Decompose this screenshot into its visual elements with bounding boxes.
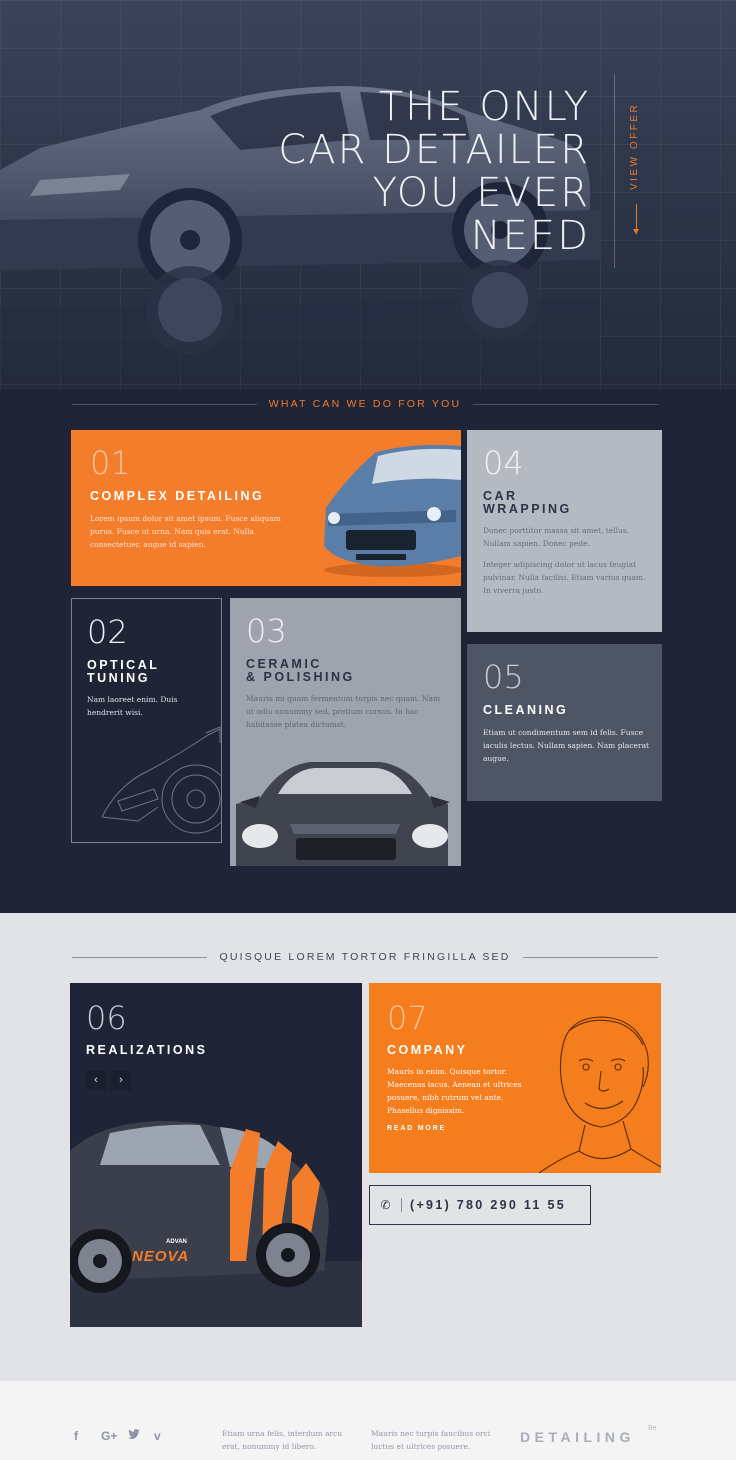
heading-line-left bbox=[72, 403, 257, 405]
service-card-ceramic-polishing[interactable]: 03 CERAMIC & POLISHING Mauris mi quam fe… bbox=[230, 598, 461, 866]
card-title: CERAMIC & POLISHING bbox=[246, 657, 355, 684]
service-card-optical-tuning[interactable]: 02 OPTICAL TUNING Nam laoreet enim. Duis… bbox=[71, 598, 222, 843]
phone-number[interactable]: (+91) 780 290 11 55 bbox=[402, 1198, 566, 1212]
hero-title: THE ONLY CAR DETAILER YOU EVER NEED bbox=[278, 84, 590, 259]
footer-text-1: Etiam urna felis, interdum arcu erat, no… bbox=[222, 1429, 343, 1451]
card-title: COMPANY bbox=[387, 1043, 468, 1057]
view-offer-link[interactable]: VIEW OFFER bbox=[629, 103, 640, 190]
grey-car-image bbox=[236, 762, 450, 866]
card-description: Donec porttitor massa sit amet, tellus. … bbox=[483, 526, 630, 548]
card-number: 04 bbox=[483, 444, 524, 482]
heading-line-left bbox=[72, 956, 208, 958]
card-title: CAR WRAPPING bbox=[483, 489, 572, 516]
card-number: 02 bbox=[87, 613, 128, 651]
footer-brand-logo[interactable]: DETAILING bbox=[520, 1429, 635, 1445]
car-decal-sub: ADVAN bbox=[166, 1239, 187, 1245]
vimeo-icon[interactable]: v bbox=[154, 1429, 161, 1443]
person-sketch-portrait bbox=[538, 1016, 661, 1173]
card-number: 01 bbox=[90, 444, 131, 482]
prev-arrow-button[interactable]: ‹ bbox=[86, 1071, 106, 1090]
phone-icon: ✆ bbox=[370, 1198, 402, 1212]
heading-line-right bbox=[473, 403, 658, 405]
line-car-sketch bbox=[101, 726, 221, 834]
next-arrow-button[interactable]: › bbox=[111, 1071, 131, 1090]
realizations-card[interactable]: 06 REALIZATIONS ‹ › NEOVA ADVAN bbox=[70, 983, 362, 1327]
services-heading: WHAT CAN WE DO FOR YOU bbox=[72, 398, 658, 410]
blue-car-image bbox=[324, 444, 461, 577]
card-number: 06 bbox=[86, 999, 127, 1037]
card-description: Nam laoreet enim. Duis hendrerit wisi. bbox=[87, 695, 178, 717]
behance-badge[interactable]: Be bbox=[648, 1425, 657, 1432]
car-decal-brand: NEOVA bbox=[132, 1248, 190, 1265]
heading-line-right bbox=[522, 956, 659, 958]
google-plus-icon[interactable]: G+ bbox=[101, 1429, 117, 1443]
card-description: Lorem ipsum dolor sit amet ipsum. Fusce … bbox=[90, 514, 281, 549]
services-heading-text: WHAT CAN WE DO FOR YOU bbox=[268, 398, 462, 410]
about-heading: QUISQUE LOREM TORTOR FRINGILLA SED bbox=[72, 951, 659, 963]
card-description: Mauris in enim. Quisque tortor. Maecenas… bbox=[387, 1067, 522, 1115]
card-description-2: Integer adipiscing dolor ut lacus feugia… bbox=[483, 560, 646, 595]
wrapped-car-image bbox=[70, 1121, 362, 1327]
company-card[interactable]: 07 COMPANY Mauris in enim. Quisque torto… bbox=[369, 983, 661, 1173]
facebook-icon[interactable]: f bbox=[74, 1429, 78, 1443]
arrow-down-icon[interactable] bbox=[633, 204, 639, 234]
twitter-icon[interactable] bbox=[128, 1429, 140, 1443]
read-more-link[interactable]: READ MORE bbox=[387, 1125, 446, 1132]
card-number: 05 bbox=[483, 658, 524, 696]
service-card-complex-detailing[interactable]: 01 COMPLEX DETAILING Lorem ipsum dolor s… bbox=[71, 430, 461, 586]
card-number: 03 bbox=[246, 612, 287, 650]
card-description: Etiam ut condimentum sem id felis. Fusce… bbox=[483, 728, 650, 763]
card-title: CLEANING bbox=[483, 703, 569, 717]
footer-text-2: Mauris nec turpis faucibus orci luctus e… bbox=[371, 1429, 491, 1451]
footer: f G+ v Etiam urna felis, interdum arcu e… bbox=[0, 1381, 736, 1460]
hero: THE ONLY CAR DETAILER YOU EVER NEED VIEW… bbox=[0, 0, 736, 390]
card-description: Mauris mi quam fermentum turpis nec quam… bbox=[246, 694, 441, 729]
service-card-cleaning[interactable]: 05 CLEANING Etiam ut condimentum sem id … bbox=[467, 644, 662, 801]
card-title: COMPLEX DETAILING bbox=[90, 489, 265, 503]
service-card-car-wrapping[interactable]: 04 CAR WRAPPING Donec porttitor massa si… bbox=[467, 430, 662, 632]
card-title: OPTICAL TUNING bbox=[87, 658, 160, 685]
hero-divider bbox=[614, 74, 615, 268]
about-heading-text: QUISQUE LOREM TORTOR FRINGILLA SED bbox=[219, 951, 511, 963]
card-number: 07 bbox=[387, 999, 428, 1037]
phone-box[interactable]: ✆ (+91) 780 290 11 55 bbox=[369, 1185, 591, 1225]
card-title: REALIZATIONS bbox=[86, 1043, 208, 1057]
